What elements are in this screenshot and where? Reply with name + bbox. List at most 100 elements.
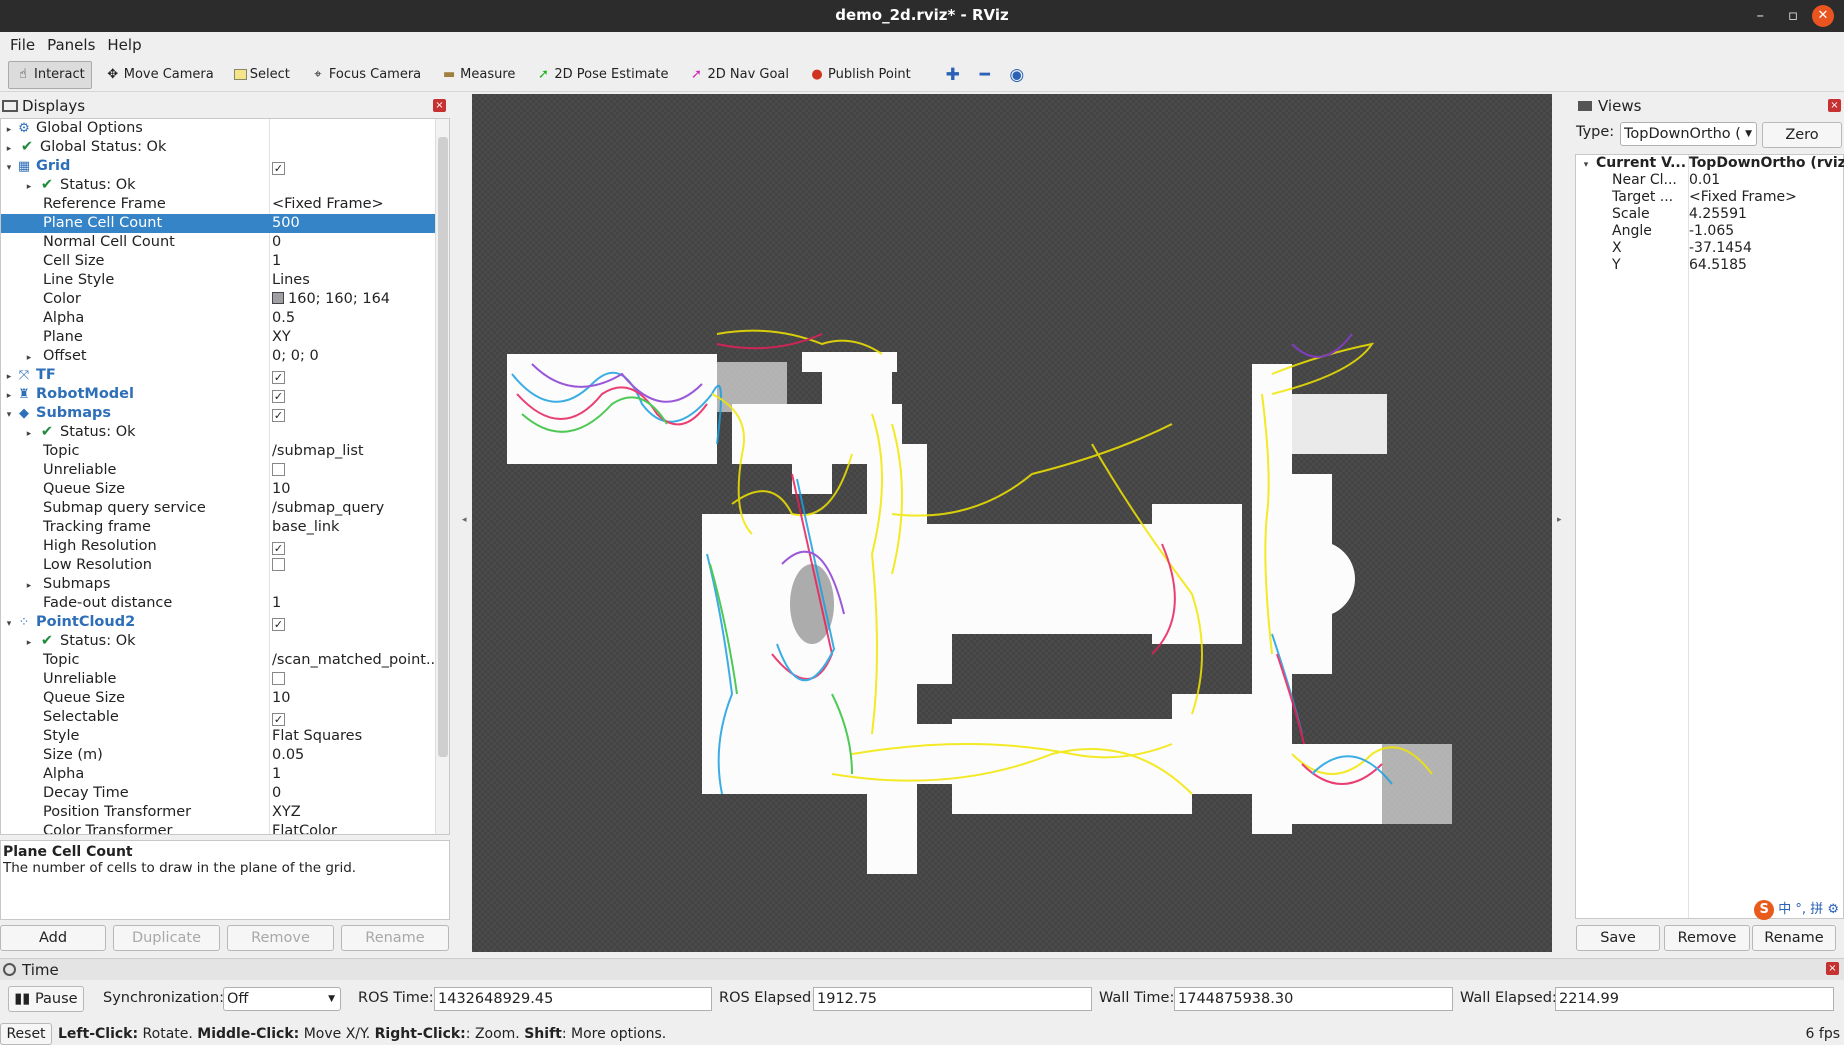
- ros-time-field[interactable]: 1432648929.45: [434, 987, 712, 1011]
- display-row-submaps[interactable]: ▸ Submaps: [1, 575, 449, 594]
- eye-icon[interactable]: ◉: [1002, 61, 1032, 89]
- color-swatch[interactable]: [272, 292, 284, 304]
- expand-arrow-icon[interactable]: ▸: [23, 178, 35, 195]
- view-prop-row[interactable]: Angle -1.065: [1576, 223, 1843, 240]
- property-value[interactable]: ✓: [272, 537, 436, 556]
- displays-close-icon[interactable]: ×: [433, 99, 446, 112]
- property-value[interactable]: [272, 556, 436, 575]
- property-value[interactable]: 0: [272, 233, 436, 252]
- displays-tree[interactable]: ▸ ⚙ Global Options ▸ ✔ Global Status: Ok ▾ ▦ Gri…: [0, 118, 450, 835]
- checked-checkbox[interactable]: ✓: [272, 409, 285, 422]
- pause-button[interactable]: ▮▮ Pause: [8, 986, 84, 1012]
- add-tool-plus-icon[interactable]: ✚: [938, 61, 968, 89]
- property-value[interactable]: /submap_list: [272, 442, 436, 461]
- property-value[interactable]: FlatColor: [272, 822, 436, 834]
- checked-checkbox[interactable]: ✓: [272, 371, 285, 384]
- display-row-plane[interactable]: Plane XY: [1, 328, 449, 347]
- property-value[interactable]: 1: [272, 252, 436, 271]
- menu-panels[interactable]: Panels: [41, 36, 101, 54]
- display-row-unreliable[interactable]: Unreliable: [1, 670, 449, 689]
- display-row-tf[interactable]: ▸ ⤧ TF ✓: [1, 366, 449, 385]
- property-value[interactable]: Lines: [272, 271, 436, 290]
- display-row-queue-size[interactable]: Queue Size 10: [1, 689, 449, 708]
- display-row-status-ok[interactable]: ▸ ✔ Status: Ok: [1, 632, 449, 651]
- property-value[interactable]: [272, 423, 436, 442]
- right-splitter-handle[interactable]: ▸: [1557, 515, 1562, 525]
- expand-arrow-icon[interactable]: ▸: [23, 425, 35, 442]
- current-view-row[interactable]: ▾ Current V... TopDownOrtho (rviz): [1576, 155, 1844, 172]
- display-row-alpha[interactable]: Alpha 0.5: [1, 309, 449, 328]
- property-value[interactable]: XYZ: [272, 803, 436, 822]
- property-value[interactable]: 0: [272, 784, 436, 803]
- display-row-high-resolution[interactable]: High Resolution ✓: [1, 537, 449, 556]
- time-close-icon[interactable]: ×: [1826, 962, 1839, 975]
- display-row-line-style[interactable]: Line Style Lines: [1, 271, 449, 290]
- property-value[interactable]: base_link: [272, 518, 436, 537]
- displays-scrollbar[interactable]: [435, 119, 449, 834]
- view-prop-row[interactable]: X -37.1454: [1576, 240, 1843, 257]
- display-row-robotmodel[interactable]: ▸ ♜ RobotModel ✓: [1, 385, 449, 404]
- display-row-style[interactable]: Style Flat Squares: [1, 727, 449, 746]
- display-row-alpha[interactable]: Alpha 1: [1, 765, 449, 784]
- property-value[interactable]: 10: [272, 689, 436, 708]
- expand-arrow-icon[interactable]: ▾: [3, 615, 15, 632]
- property-value[interactable]: 1: [272, 765, 436, 784]
- sync-select[interactable]: Off ▼: [223, 987, 341, 1011]
- property-value[interactable]: 160; 160; 164: [272, 290, 436, 309]
- property-value[interactable]: XY: [272, 328, 436, 347]
- rename-display-button[interactable]: Rename: [341, 925, 449, 951]
- view-prop-value[interactable]: -37.1454: [1689, 240, 1844, 257]
- focus-camera-tool-button[interactable]: ⌖ Focus Camera: [303, 61, 428, 89]
- unchecked-checkbox[interactable]: [272, 672, 285, 685]
- property-value[interactable]: [272, 632, 436, 651]
- left-splitter-handle[interactable]: ◂: [462, 515, 467, 525]
- view-prop-row[interactable]: Near Cl... 0.01: [1576, 172, 1843, 189]
- display-row-reference-frame[interactable]: Reference Frame <Fixed Frame>: [1, 195, 449, 214]
- property-value[interactable]: ✓: [272, 708, 436, 727]
- add-display-button[interactable]: Add: [0, 925, 106, 951]
- property-value[interactable]: [272, 119, 436, 138]
- expand-arrow-icon[interactable]: ▸: [23, 577, 35, 594]
- nav-goal-tool-button[interactable]: ➚ 2D Nav Goal: [681, 61, 796, 89]
- duplicate-display-button[interactable]: Duplicate: [113, 925, 220, 951]
- display-row-normal-cell-count[interactable]: Normal Cell Count 0: [1, 233, 449, 252]
- display-row-pointcloud2[interactable]: ▾ ⁘ PointCloud2 ✓: [1, 613, 449, 632]
- checked-checkbox[interactable]: ✓: [272, 390, 285, 403]
- scroll-thumb[interactable]: [438, 137, 448, 757]
- checked-checkbox[interactable]: ✓: [272, 162, 285, 175]
- interact-tool-button[interactable]: ☝ Interact: [8, 60, 92, 89]
- display-row-topic[interactable]: Topic/scan_matched_point...: [1, 651, 449, 670]
- remove-tool-minus-icon[interactable]: ━: [970, 61, 1000, 89]
- move-camera-tool-button[interactable]: ✥ Move Camera: [98, 61, 221, 89]
- measure-tool-button[interactable]: ▬ Measure: [434, 61, 522, 89]
- view-prop-value[interactable]: <Fixed Frame>: [1689, 189, 1844, 206]
- property-value[interactable]: /scan_matched_point...: [272, 651, 436, 670]
- property-value[interactable]: ✓: [272, 366, 436, 385]
- render-viewport[interactable]: [472, 94, 1552, 952]
- settings-gear-icon[interactable]: ⚙: [1827, 902, 1839, 917]
- property-value[interactable]: ✓: [272, 404, 436, 423]
- minimize-icon[interactable]: –: [1757, 0, 1765, 32]
- remove-display-button[interactable]: Remove: [227, 925, 334, 951]
- expand-arrow-icon[interactable]: ▸: [3, 387, 15, 404]
- display-row-global-options[interactable]: ▸ ⚙ Global Options: [1, 119, 449, 138]
- display-row-cell-size[interactable]: Cell Size 1: [1, 252, 449, 271]
- save-view-button[interactable]: Save: [1576, 925, 1660, 951]
- property-value[interactable]: 0.05: [272, 746, 436, 765]
- expand-arrow-icon[interactable]: ▾: [3, 406, 15, 423]
- remove-view-button[interactable]: Remove: [1664, 925, 1750, 951]
- menu-file[interactable]: File: [4, 36, 41, 54]
- expand-arrow-icon[interactable]: ▸: [3, 121, 15, 138]
- display-row-offset[interactable]: ▸ Offset 0; 0; 0: [1, 347, 449, 366]
- property-value[interactable]: [272, 575, 436, 594]
- view-prop-value[interactable]: 64.5185: [1689, 257, 1844, 274]
- pose-estimate-tool-button[interactable]: ➚ 2D Pose Estimate: [528, 61, 675, 89]
- property-value[interactable]: 10: [272, 480, 436, 499]
- display-row-fade-out-distance[interactable]: Fade-out distance 1: [1, 594, 449, 613]
- property-value[interactable]: ✓: [272, 613, 436, 632]
- display-row-color-transformer[interactable]: Color Transformer FlatColor: [1, 822, 449, 834]
- restore-icon[interactable]: ▫: [1788, 0, 1798, 32]
- display-row-submap-query-service[interactable]: Submap query service/submap_query: [1, 499, 449, 518]
- checked-checkbox[interactable]: ✓: [272, 618, 285, 631]
- display-row-decay-time[interactable]: Decay Time 0: [1, 784, 449, 803]
